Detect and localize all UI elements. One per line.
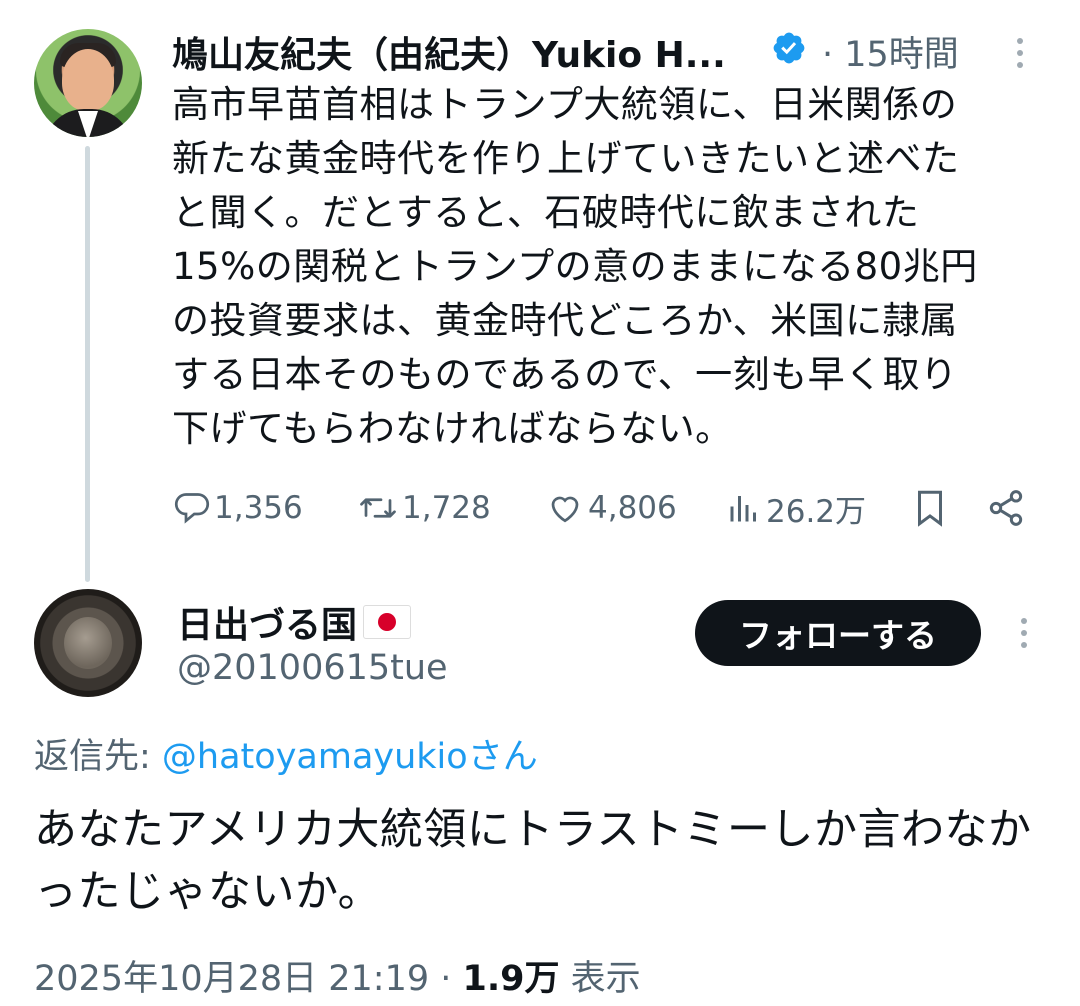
more-options-icon[interactable]: [1014, 36, 1026, 70]
reply-to-label: 返信先:: [34, 737, 162, 777]
parent-author-avatar[interactable]: [34, 29, 142, 137]
verified-badge-icon: [773, 32, 805, 64]
heart-icon: [551, 496, 579, 523]
japan-flag-icon: [363, 605, 412, 639]
reply-tweet-meta: 2025年10月28日 21:19 · 1.9万 表示: [34, 950, 641, 1001]
retweet-count: 1,728: [402, 490, 491, 526]
reply-to-line: 返信先: @hatoyamayukioさん: [34, 728, 538, 779]
retweet-icon: [360, 498, 396, 518]
bookmark-icon: [918, 490, 942, 527]
parent-tweet-time[interactable]: · 15時間: [822, 26, 959, 77]
bookmark-button[interactable]: [912, 486, 948, 530]
reply-author-handle[interactable]: @20100615tue: [177, 648, 448, 688]
views-button[interactable]: 26.2万: [726, 486, 866, 530]
views-bar-icon: [730, 496, 756, 522]
reply-author-avatar[interactable]: [34, 589, 142, 697]
reply-to-handle-link[interactable]: @hatoyamayukioさん: [162, 737, 538, 777]
reply-button[interactable]: 1,356: [174, 486, 303, 530]
reply-author-name-text: 日出づる国: [177, 605, 358, 646]
thread-connector-line: [85, 146, 90, 582]
share-icon: [989, 490, 1023, 526]
reply-author-name[interactable]: 日出づる国: [177, 596, 412, 648]
like-button[interactable]: 4,806: [546, 486, 677, 530]
reply-views-label: 表示: [559, 959, 641, 999]
views-count: 26.2万: [766, 493, 867, 530]
reply-timestamp[interactable]: 2025年10月28日 21:19 ·: [34, 959, 463, 999]
retweet-button[interactable]: 1,728: [358, 486, 491, 530]
parent-tweet-text: 高市早苗首相はトランプ大統領に、日米関係の 新たな黄金時代を作り上げていきたいと…: [172, 83, 978, 450]
like-count: 4,806: [588, 490, 677, 526]
reply-bubble-icon: [174, 493, 210, 524]
reply-tweet-text: あなたアメリカ大統領にトラストミーしか言わなかったじゃないか。: [34, 805, 1032, 917]
follow-button[interactable]: フォローする: [695, 600, 981, 666]
reply-count: 1,356: [214, 490, 303, 526]
share-button[interactable]: [986, 486, 1026, 530]
more-options-icon[interactable]: [1018, 616, 1030, 650]
parent-author-name[interactable]: 鳩山友紀夫（由紀夫）Yukio H...: [172, 26, 726, 78]
reply-views-count: 1.9万: [462, 959, 560, 999]
